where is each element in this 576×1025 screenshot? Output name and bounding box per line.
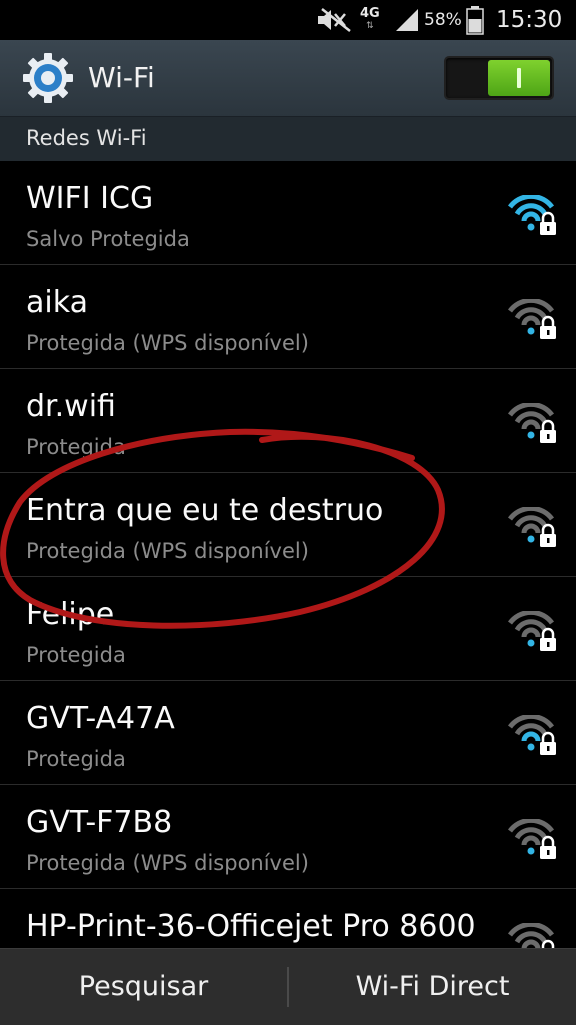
battery-icon [466,0,484,40]
wifi-direct-button[interactable]: Wi-Fi Direct [289,949,576,1025]
network-item[interactable]: aika Protegida (WPS disponível) [0,265,576,369]
wifi-lock-icon [508,299,556,339]
wifi-lock-icon [508,611,556,651]
network-name: WIFI ICG [26,181,154,216]
wifi-lock-icon [508,507,556,547]
search-button[interactable]: Pesquisar [0,949,287,1025]
gear-icon[interactable] [22,52,74,104]
network-name: Entra que eu te destruo [26,493,384,528]
network-item[interactable]: WIFI ICG Salvo Protegida [0,161,576,265]
bottom-bar: Pesquisar Wi-Fi Direct [0,948,576,1025]
wifi-lock-icon [508,403,556,443]
network-item[interactable]: dr.wifi Protegida [0,369,576,473]
page-title: Wi-Fi [88,61,155,94]
network-name: aika [26,285,88,320]
wifi-lock-icon [508,923,555,948]
network-status: Protegida [26,747,126,771]
network-status: Protegida [26,435,126,459]
battery-percent: 58% [424,10,462,30]
network-name: dr.wifi [26,389,116,424]
network-item[interactable]: Felipe Protegida [0,577,576,681]
action-bar: Wi-Fi [0,40,576,117]
toggle-thumb [488,60,550,96]
section-label: Redes Wi-Fi [26,126,147,150]
wifi-lock-icon [508,715,556,755]
network-name: HP-Print-36-Officejet Pro 8600 [26,909,476,944]
network-status: Protegida [26,643,126,667]
network-status: Protegida (WPS disponível) [26,331,309,355]
4g-icon: 4G ⇅ [360,6,380,31]
section-header: Redes Wi-Fi [0,117,576,161]
network-item[interactable]: Entra que eu te destruo Protegida (WPS d… [0,473,576,577]
mute-icon [316,0,354,40]
network-name: GVT-A47A [26,701,175,736]
network-status: Protegida (WPS disponível) [26,851,309,875]
signal-icon [394,0,420,40]
network-item[interactable]: GVT-A47A Protegida [0,681,576,785]
status-bar: 4G ⇅ 58% 15:30 [0,0,576,40]
network-name: Felipe [26,597,115,632]
network-status: Salvo Protegida [26,227,190,251]
clock: 15:30 [496,7,563,33]
network-list: WIFI ICG Salvo Protegida aika Protegida … [0,161,576,948]
network-status: Protegida (WPS disponível) [26,539,309,563]
network-item[interactable]: GVT-F7B8 Protegida (WPS disponível) [0,785,576,889]
network-name: GVT-F7B8 [26,805,173,840]
wifi-lock-icon [508,195,556,235]
network-type-label: 4G [360,6,380,21]
network-item[interactable]: HP-Print-36-Officejet Pro 8600 [0,889,576,948]
wifi-lock-icon [508,819,556,859]
wifi-toggle[interactable] [444,56,554,100]
